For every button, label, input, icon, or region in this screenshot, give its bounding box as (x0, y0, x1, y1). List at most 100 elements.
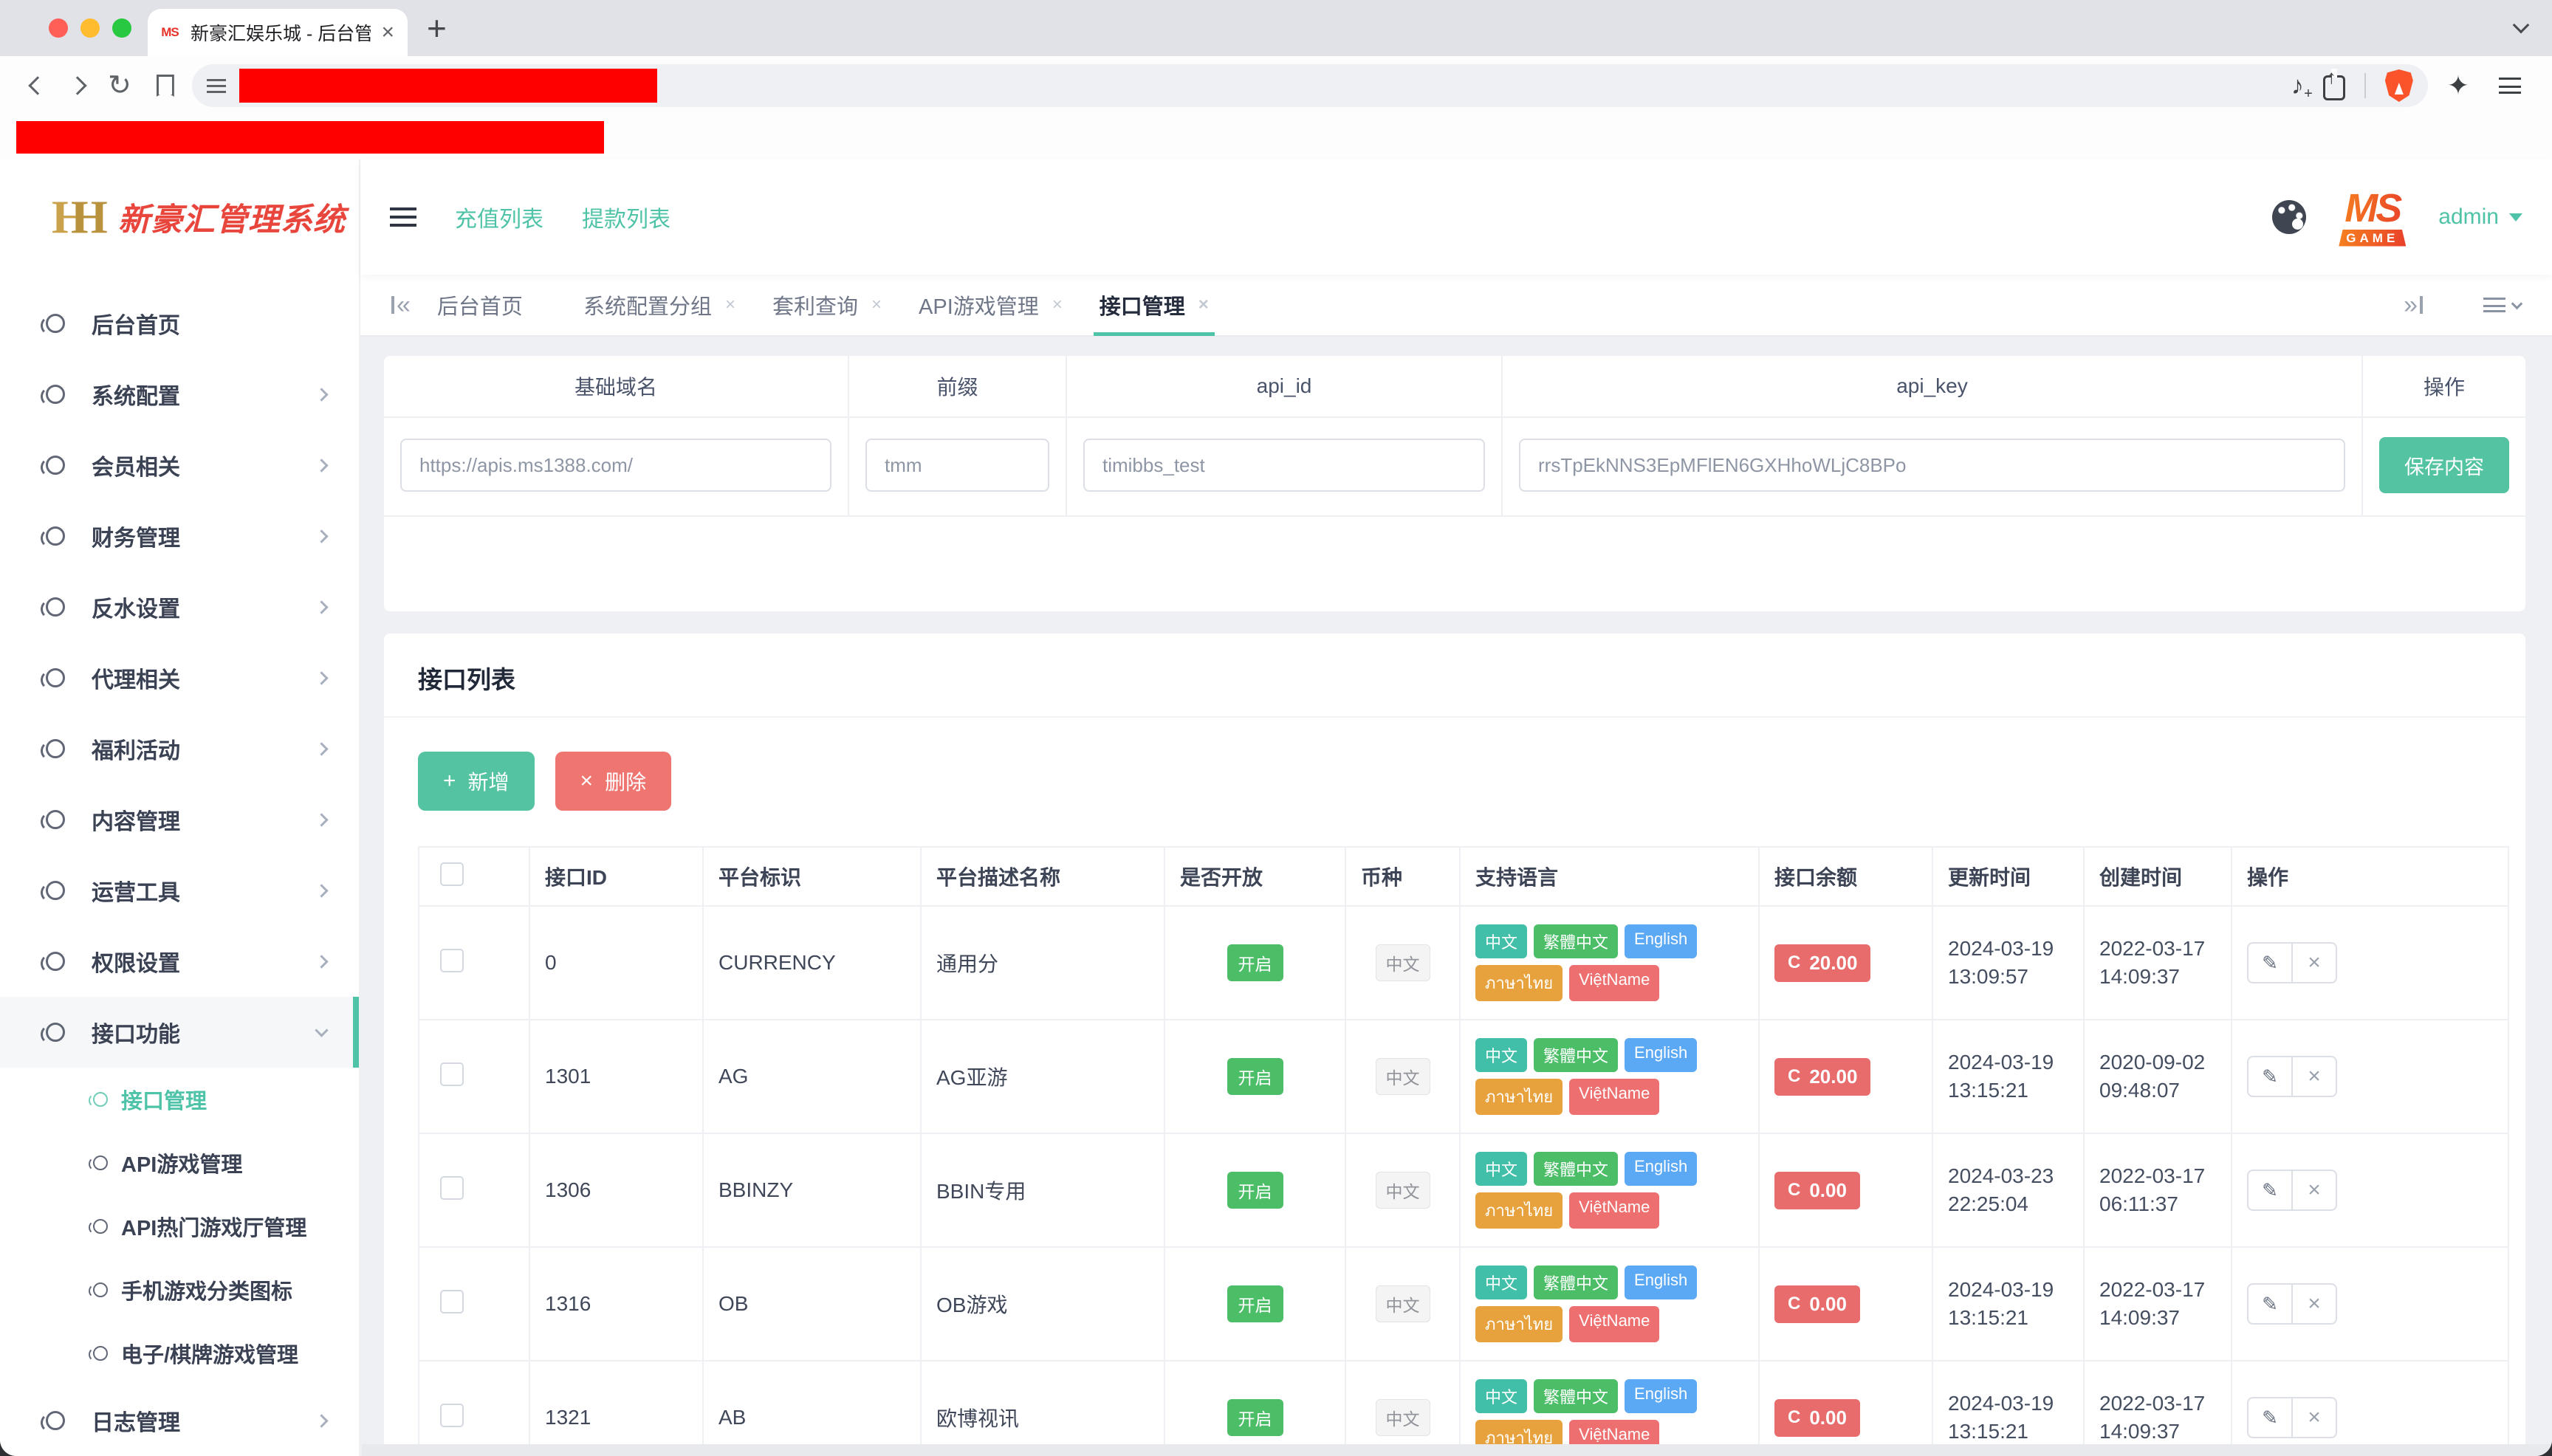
scroll-tabs-left-icon[interactable]: « (391, 292, 411, 317)
table-row: 1301 AG AG亚游 开启 中文 中文繁體中文EnglishภาษาไทยV… (419, 1020, 2508, 1133)
close-window-button[interactable] (49, 18, 68, 38)
close-tab-icon[interactable]: × (871, 295, 882, 315)
sidebar-item[interactable]: 会员相关 (0, 430, 359, 501)
app-logo: HH 新豪汇管理系统 (0, 159, 359, 275)
sidebar-item[interactable]: 后台首页 (0, 288, 359, 359)
sidebar-subitem[interactable]: API游戏管理 (0, 1131, 359, 1195)
page-tab[interactable]: 后台首页 × (437, 275, 546, 335)
row-checkbox[interactable] (440, 1176, 464, 1200)
edit-button[interactable]: ✎ (2247, 942, 2293, 983)
api-key-input[interactable] (1519, 439, 2345, 492)
select-all-checkbox[interactable] (440, 862, 464, 886)
prefix-input[interactable] (865, 439, 1049, 492)
language-badge: ภาษาไทย (1475, 1306, 1563, 1342)
cell-platform-code: CURRENCY (703, 906, 921, 1020)
currency-badge: 中文 (1376, 944, 1430, 981)
add-button[interactable]: + 新增 (418, 752, 535, 811)
browser-tab[interactable]: MS 新豪汇娱乐城 - 后台管理系统 × (148, 9, 408, 56)
sidebar-subitem[interactable]: 手机游戏分类图标 (0, 1258, 359, 1322)
edit-button[interactable]: ✎ (2247, 1056, 2293, 1097)
scroll-tabs-right-icon[interactable]: » (2404, 292, 2423, 317)
page-tab[interactable]: 系统配置分组 × (583, 275, 735, 335)
row-checkbox[interactable] (440, 1062, 464, 1086)
collapse-sidebar-icon[interactable] (390, 207, 416, 227)
sidebar-item[interactable]: 日志管理 (0, 1385, 359, 1456)
maximize-window-button[interactable] (112, 18, 131, 38)
sidebar-item[interactable]: 代理相关 (0, 642, 359, 713)
logo-monogram-icon: HH (52, 193, 106, 241)
column-header-api-key: api_key (1503, 356, 2363, 418)
delete-row-button[interactable]: × (2291, 1397, 2337, 1438)
horizontal-scrollbar[interactable] (362, 1444, 2552, 1456)
currency-badge: 中文 (1376, 1172, 1430, 1209)
sidebar-item[interactable]: 接口功能 (0, 997, 359, 1068)
close-tab-icon[interactable]: × (1198, 295, 1209, 315)
cell-created-time: 2020-09-02 09:48:07 (2084, 1020, 2232, 1133)
base-domain-input[interactable] (400, 439, 831, 492)
sidebar-item[interactable]: 福利活动 (0, 713, 359, 784)
forward-icon[interactable] (68, 76, 86, 95)
bookmark-icon[interactable] (157, 75, 174, 97)
menu-ring-icon (46, 314, 65, 333)
close-tab-icon[interactable]: × (1052, 295, 1063, 315)
sidebar-item[interactable]: 系统配置 (0, 359, 359, 430)
close-tab-icon[interactable]: × (381, 21, 394, 44)
leo-ai-icon[interactable]: ✦ (2447, 72, 2469, 99)
page-tab[interactable]: API游戏管理 × (919, 275, 1063, 335)
reload-icon[interactable]: ↻ (108, 72, 131, 100)
save-button[interactable]: 保存内容 (2379, 437, 2509, 493)
section-title: 接口列表 (384, 660, 2525, 696)
sidebar-subitem[interactable]: API热门游戏厅管理 (0, 1195, 359, 1258)
delete-row-button[interactable]: × (2291, 1283, 2337, 1325)
delete-row-button[interactable]: × (2291, 942, 2337, 983)
user-menu[interactable]: admin (2438, 205, 2522, 230)
edit-button[interactable]: ✎ (2247, 1283, 2293, 1325)
browser-menu-icon[interactable] (2499, 78, 2521, 94)
language-badges: 中文繁體中文EnglishภาษาไทยViệtName (1475, 924, 1743, 1001)
header-link-recharge[interactable]: 充值列表 (455, 201, 543, 233)
language-badge: ภาษาไทย (1475, 1192, 1563, 1229)
cell-interface-id: 1301 (529, 1020, 703, 1133)
new-tab-button[interactable]: + (427, 11, 447, 45)
cell-platform-code: BBINZY (703, 1133, 921, 1247)
delete-row-button[interactable]: × (2291, 1170, 2337, 1211)
edit-button[interactable]: ✎ (2247, 1170, 2293, 1211)
cell-platform-code: AB (703, 1361, 921, 1456)
site-settings-icon[interactable] (207, 77, 226, 95)
sidebar-item[interactable]: 反水设置 (0, 571, 359, 642)
close-tab-icon[interactable]: × (725, 295, 735, 315)
language-badge: ภาษาไทย (1475, 1079, 1563, 1115)
language-badge: ViệtName (1569, 1306, 1659, 1342)
page-tab[interactable]: 套利查询 × (772, 275, 882, 335)
theme-palette-icon[interactable] (2272, 200, 2306, 234)
interface-list-card: 接口列表 + 新增 × 删除 (384, 633, 2525, 1456)
row-checkbox[interactable] (440, 1404, 464, 1427)
sidebar-item[interactable]: 财务管理 (0, 501, 359, 571)
media-control-icon[interactable]: ♪+ (2291, 73, 2304, 98)
api-id-input[interactable] (1083, 439, 1485, 492)
page-tab[interactable]: 接口管理 × (1100, 275, 1209, 335)
url-bar[interactable]: ♪+ (192, 64, 2428, 107)
tab-search-chevron-icon[interactable] (2513, 17, 2530, 34)
sidebar-item[interactable]: 权限设置 (0, 926, 359, 997)
sidebar-subitem[interactable]: 接口管理 (0, 1068, 359, 1131)
edit-button[interactable]: ✎ (2247, 1397, 2293, 1438)
header-link-withdraw[interactable]: 提款列表 (582, 201, 670, 233)
sidebar-item[interactable]: 运营工具 (0, 855, 359, 926)
coin-icon: C (1788, 1180, 1800, 1201)
balance-badge: C 0.00 (1774, 1172, 1860, 1209)
sidebar-subitem[interactable]: 电子/棋牌游戏管理 (0, 1322, 359, 1385)
back-icon[interactable] (28, 76, 47, 95)
sidebar-item[interactable]: 内容管理 (0, 784, 359, 855)
brand-logo: MS GAME (2339, 188, 2406, 247)
chevron-icon (315, 529, 328, 543)
row-checkbox[interactable] (440, 949, 464, 972)
tab-options-icon[interactable] (2483, 298, 2521, 312)
delete-row-button[interactable]: × (2291, 1056, 2337, 1097)
delete-button[interactable]: × 删除 (555, 752, 672, 811)
brave-shield-icon[interactable] (2385, 69, 2413, 102)
coin-icon: C (1788, 1294, 1800, 1314)
row-checkbox[interactable] (440, 1290, 464, 1314)
minimize-window-button[interactable] (80, 18, 100, 38)
share-icon[interactable] (2323, 75, 2345, 100)
